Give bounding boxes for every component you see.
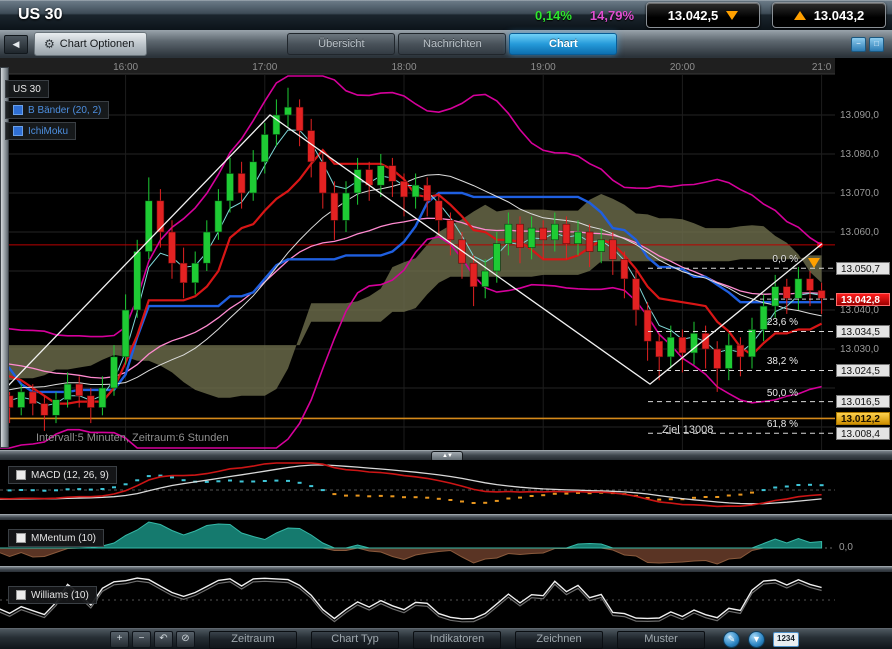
draw-pencil-icon[interactable]: ✎ [723,631,740,648]
bottom-toolbar: + − ↶ ⊘ Zeitraum Chart Typ Indikatoren Z… [0,628,892,649]
pattern-count-badge[interactable]: 1234 [773,632,799,647]
svg-text:21:0: 21:0 [812,62,832,73]
fib-percent-label: 38,2 % [766,356,798,368]
window-controls: − □ [851,36,884,52]
svg-text:19:00: 19:00 [531,62,556,73]
macd-panel: MACD (12, 26, 9) [0,460,892,514]
legend-ichimoku[interactable]: IchiMoku [5,122,77,140]
price-label-grid: 13.030,0 [840,343,879,355]
williams-chip-icon [16,590,26,600]
chart-tabbar: ◀ ⚙ Chart Optionen Übersicht Nachrichten… [0,30,892,59]
svg-text:16:00: 16:00 [113,62,138,73]
chart-typ-button[interactable]: Chart Typ [311,630,399,649]
williams-panel: Williams (10) [0,572,892,628]
zoom-out-button[interactable]: − [132,631,151,648]
chart-legend: US 30 B Bänder (20, 2) IchiMoku [5,80,110,143]
macd-label[interactable]: MACD (12, 26, 9) [8,466,117,484]
main-chart-area: 16:00 17:00 18:00 19:00 20:00 21:0 US 30 B Bä… [0,58,892,450]
main-chart-canvas[interactable]: 16:00 17:00 18:00 19:00 20:00 21:0 [0,58,835,450]
price-label-target: 13.012,2 [836,411,890,425]
price-label-current: 13.042,8 [836,292,890,306]
trading-app-window: US 30 0,14% 14,79% 13.042,5 13.043,2 ◀ ⚙… [0,0,892,649]
interval-label: Intervall:5 Minuten, Zeitraum:6 Stunden [36,432,229,444]
sell-price-value: 13.042,5 [667,7,719,23]
minimize-icon[interactable]: − [851,36,866,52]
macd-label-text: MACD (12, 26, 9) [31,469,109,481]
williams-canvas[interactable] [0,572,835,628]
change-percent-secondary: 14,79% [589,7,634,23]
price-axis: 13.090,0 13.080,0 13.070,0 13.060,0 13.040,0… [836,58,892,450]
sell-arrow-icon [726,10,739,20]
momentum-zero-label: 0,0 [839,542,853,553]
buy-price-value: 13.043,2 [813,7,865,23]
target-annotation: Ziel 13008 [662,424,714,436]
bollinger-chip-icon [13,105,23,115]
momentum-label-text: MMentum (10) [31,532,97,544]
sell-price-button[interactable]: 13.042,5 [646,2,760,28]
svg-text:20:00: 20:00 [670,62,695,73]
zeitraum-button[interactable]: Zeitraum [209,630,297,649]
price-label-grid: 13.070,0 [840,187,879,199]
indikatoren-button[interactable]: Indikatoren [413,630,501,649]
legend-ichimoku-label: IchiMoku [28,125,69,137]
tab-chart[interactable]: Chart [509,33,618,55]
price-label-fib: 13.024,5 [836,363,890,377]
legend-bollinger[interactable]: B Bänder (20, 2) [5,101,110,119]
instrument-title: US 30 [18,6,63,23]
instrument-header: US 30 0,14% 14,79% 13.042,5 13.043,2 [0,0,892,31]
muster-button[interactable]: Muster [617,630,705,649]
zeichnen-button[interactable]: Zeichnen [515,630,603,649]
price-label-fib: 13.050,7 [836,261,890,275]
legend-symbol: US 30 [5,80,49,98]
momentum-label[interactable]: MMentum (10) [8,529,105,547]
price-label-fib: 13.016,5 [836,395,890,409]
change-percent: 0,14% [535,7,572,23]
zoom-in-button[interactable]: + [110,631,129,648]
collapse-panel-icon[interactable]: ◀ [4,34,28,54]
fib-percent-label: 50,0 % [766,387,798,399]
expand-down-icon[interactable]: ▼ [748,631,765,648]
fib-percent-label: 23,6 % [766,317,798,329]
macd-chip-icon [16,470,26,480]
chart-options-button[interactable]: ⚙ Chart Optionen [34,32,148,56]
tab-nachrichten[interactable]: Nachrichten [398,33,507,55]
chart-options-label: Chart Optionen [59,38,135,50]
price-label-fib: 13.008,4 [836,426,890,440]
price-label-fib: 13.034,5 [836,324,890,338]
williams-label[interactable]: Williams (10) [8,586,97,604]
fib-percent-label: 61,8 % [766,419,798,431]
price-label-grid: 13.060,0 [840,226,879,238]
gear-icon: ⚙ [44,37,55,51]
legend-symbol-label: US 30 [13,83,41,95]
momentum-panel: MMentum (10) 0,0 [0,520,892,566]
tab-uebersicht[interactable]: Übersicht [287,33,396,55]
svg-text:17:00: 17:00 [252,62,277,73]
ichimoku-chip-icon [13,126,23,136]
buy-arrow-icon [793,10,806,20]
momentum-chip-icon [16,533,26,543]
undo-icon[interactable]: ↶ [154,631,173,648]
buy-price-button[interactable]: 13.043,2 [772,2,886,28]
price-label-grid: 13.090,0 [840,109,879,121]
fib-percent-label: 0,0 % [772,254,798,266]
williams-label-text: Williams (10) [31,589,89,601]
svg-text:18:00: 18:00 [391,62,416,73]
macd-canvas[interactable] [0,460,835,514]
clear-icon[interactable]: ⊘ [176,631,195,648]
restore-icon[interactable]: □ [869,36,884,52]
price-label-grid: 13.080,0 [840,148,879,160]
momentum-canvas[interactable] [0,520,835,566]
legend-bollinger-label: B Bänder (20, 2) [28,104,102,116]
